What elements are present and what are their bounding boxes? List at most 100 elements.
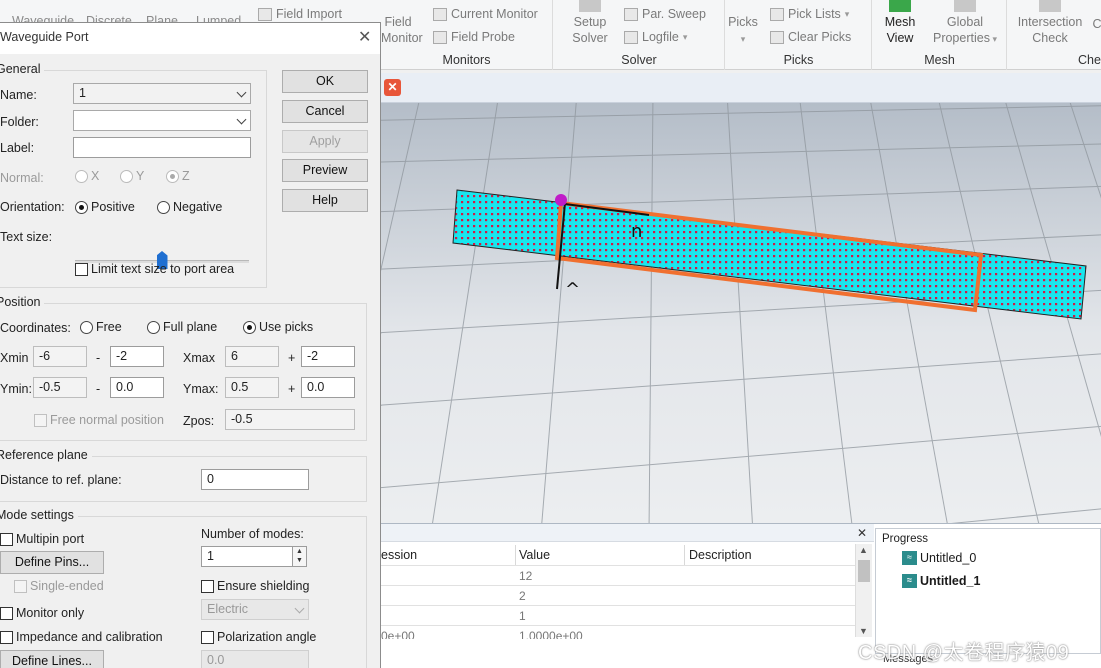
mode-settings-group-title: Mode settings bbox=[0, 508, 78, 522]
normal-z-radio[interactable]: Z bbox=[166, 169, 190, 183]
coordinates-full-plane-radio[interactable]: Full plane bbox=[147, 320, 217, 334]
monitors-group: Field Monitor Current Monitor Field Probe… bbox=[381, 0, 553, 70]
progress-item-untitled-1[interactable]: ≈ Untitled_1 bbox=[902, 574, 980, 588]
table-row[interactable]: 0e+00 1.0000e+00 bbox=[381, 625, 855, 639]
global-properties-icon bbox=[954, 0, 976, 12]
table-row[interactable]: 12 bbox=[381, 565, 855, 585]
general-group-title: General bbox=[0, 62, 45, 76]
multipin-port-checkbox[interactable]: Multipin port bbox=[0, 532, 84, 546]
polarization-angle-input[interactable]: 0.0 bbox=[201, 650, 309, 668]
table-row[interactable]: 2 bbox=[381, 585, 855, 605]
modes-stepper[interactable]: ▲ ▼ bbox=[292, 546, 307, 567]
check-group: Intersection Check C Che bbox=[1008, 0, 1101, 70]
partial-check-button[interactable]: C bbox=[1092, 16, 1101, 32]
3d-viewport[interactable]: n ^ bbox=[381, 103, 1101, 523]
logfile-button[interactable]: Logfile ▾ bbox=[624, 30, 687, 44]
logfile-dropdown-icon: ▾ bbox=[682, 31, 688, 42]
watermark: CSDN @太卷程序猿09 bbox=[858, 642, 1070, 664]
pick-lists-dropdown-icon: ▾ bbox=[844, 8, 850, 19]
axis-arrow-label: ^ bbox=[565, 279, 580, 300]
zpos-field[interactable]: -0.5 bbox=[225, 409, 355, 430]
xmin-field[interactable]: -6 bbox=[33, 346, 87, 367]
define-lines-button[interactable]: Define Lines... bbox=[0, 650, 104, 668]
orientation-label: Orientation: bbox=[0, 200, 65, 214]
progress-item-untitled-0[interactable]: ≈ Untitled_0 bbox=[902, 551, 976, 565]
minus-sign: - bbox=[96, 351, 101, 365]
ymin-offset-field[interactable]: 0.0 bbox=[110, 377, 164, 398]
intersection-check-icon bbox=[1039, 0, 1061, 12]
current-monitor-button[interactable]: Current Monitor bbox=[433, 7, 538, 21]
orientation-negative-radio[interactable]: Negative bbox=[157, 200, 222, 214]
polarization-angle-checkbox[interactable]: Polarization angle bbox=[201, 630, 316, 644]
normal-y-radio[interactable]: Y bbox=[120, 169, 144, 183]
help-button[interactable]: Help bbox=[282, 189, 368, 212]
impedance-calibration-checkbox[interactable]: Impedance and calibration bbox=[0, 630, 163, 644]
distance-input[interactable]: 0 bbox=[201, 469, 309, 490]
waveguide-port-dialog: Waveguide Port ✕ OK Cancel Apply Preview… bbox=[0, 22, 381, 668]
apply-button[interactable]: Apply bbox=[282, 130, 368, 153]
coordinates-free-radio[interactable]: Free bbox=[80, 320, 122, 334]
xmin-label: Xmin bbox=[0, 351, 29, 365]
number-of-modes-input[interactable]: 1 bbox=[201, 546, 293, 567]
global-properties-button[interactable]: Global Properties ▾ bbox=[929, 0, 1001, 47]
parameter-close-icon[interactable]: ✕ bbox=[857, 526, 867, 540]
field-import-button[interactable]: Field Import bbox=[258, 7, 342, 21]
folder-label: Folder: bbox=[0, 115, 39, 129]
label-input[interactable] bbox=[73, 137, 251, 158]
close-tab-icon[interactable]: ✕ bbox=[384, 79, 401, 96]
xmax-field[interactable]: 6 bbox=[225, 346, 279, 367]
column-divider bbox=[515, 545, 516, 565]
check-group-title: Che bbox=[1078, 53, 1101, 67]
project-icon: ≈ bbox=[902, 551, 917, 565]
xmax-offset-field[interactable]: -2 bbox=[301, 346, 355, 367]
column-value[interactable]: Value bbox=[519, 548, 550, 562]
stepper-down-icon[interactable]: ▼ bbox=[293, 556, 306, 565]
stepper-up-icon[interactable]: ▲ bbox=[293, 547, 306, 556]
mesh-view-button[interactable]: Mesh View bbox=[879, 0, 921, 46]
picks-button[interactable]: Picks ▾ bbox=[728, 14, 758, 47]
scroll-thumb[interactable] bbox=[858, 560, 870, 582]
plus-sign: + bbox=[288, 351, 296, 365]
document-tab-strip: ✕ bbox=[381, 73, 1101, 103]
shielding-type-select[interactable]: Electric bbox=[201, 599, 309, 620]
ymin-field[interactable]: -0.5 bbox=[33, 377, 87, 398]
dialog-close-icon[interactable]: ✕ bbox=[358, 27, 371, 47]
folder-select[interactable] bbox=[73, 110, 251, 131]
par-sweep-button[interactable]: Par. Sweep bbox=[624, 7, 706, 21]
ymax-field[interactable]: 0.5 bbox=[225, 377, 279, 398]
column-expression[interactable]: ession bbox=[381, 548, 417, 562]
xmax-label: Xmax bbox=[183, 351, 215, 365]
pick-lists-button[interactable]: Pick Lists ▾ bbox=[770, 7, 849, 21]
mesh-group: Mesh View Global Properties ▾ Mesh bbox=[873, 0, 1007, 70]
define-pins-button[interactable]: Define Pins... bbox=[0, 551, 104, 574]
scroll-up-icon[interactable]: ▲ bbox=[859, 545, 868, 555]
ymax-offset-field[interactable]: 0.0 bbox=[301, 377, 355, 398]
setup-solver-button[interactable]: Setup Solver bbox=[570, 0, 610, 46]
coordinates-use-picks-radio[interactable]: Use picks bbox=[243, 320, 313, 334]
single-ended-checkbox[interactable]: Single-ended bbox=[14, 579, 104, 593]
cancel-button[interactable]: Cancel bbox=[282, 100, 368, 123]
field-monitor-button[interactable]: Field Monitor bbox=[381, 14, 423, 46]
monitor-only-checkbox[interactable]: Monitor only bbox=[0, 606, 84, 620]
xmin-offset-field[interactable]: -2 bbox=[110, 346, 164, 367]
ensure-shielding-checkbox[interactable]: Ensure shielding bbox=[201, 579, 309, 593]
intersection-check-button[interactable]: Intersection Check bbox=[1014, 0, 1086, 46]
solver-group-title: Solver bbox=[621, 53, 657, 67]
field-probe-button[interactable]: Field Probe bbox=[433, 30, 515, 44]
orientation-positive-radio[interactable]: Positive bbox=[75, 200, 135, 214]
name-select[interactable]: 1 bbox=[73, 83, 251, 104]
free-normal-position-checkbox[interactable]: Free normal position bbox=[34, 413, 164, 427]
limit-text-size-checkbox[interactable]: Limit text size to port area bbox=[75, 262, 234, 276]
ok-button[interactable]: OK bbox=[282, 70, 368, 93]
parameter-scrollbar[interactable]: ▲ ▼ bbox=[855, 544, 872, 637]
table-row[interactable]: 1 bbox=[381, 605, 855, 625]
normal-x-radio[interactable]: X bbox=[75, 169, 99, 183]
dialog-title: Waveguide Port bbox=[0, 30, 89, 44]
picks-group-title: Picks bbox=[783, 53, 814, 67]
column-description[interactable]: Description bbox=[689, 548, 752, 562]
scroll-down-icon[interactable]: ▼ bbox=[859, 626, 868, 636]
clear-picks-button[interactable]: Clear Picks bbox=[770, 30, 851, 44]
normal-label: n bbox=[631, 221, 642, 242]
ymax-label: Ymax: bbox=[183, 382, 219, 396]
preview-button[interactable]: Preview bbox=[282, 159, 368, 182]
